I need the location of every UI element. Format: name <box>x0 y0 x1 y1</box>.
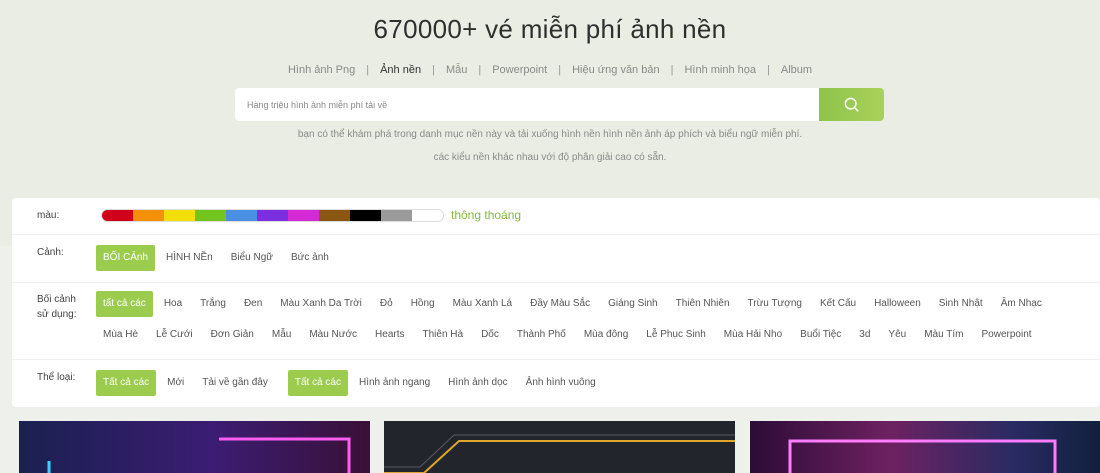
color-swatch-green[interactable] <box>195 210 226 221</box>
usage-option[interactable]: Powerpoint <box>975 322 1039 348</box>
tab-powerpoint[interactable]: Powerpoint <box>481 64 558 76</box>
usage-option[interactable]: Hearts <box>368 322 411 348</box>
scene-option[interactable]: HÌNH NỀn <box>159 245 220 271</box>
tech-pattern-image <box>384 421 735 473</box>
search-icon <box>844 97 859 112</box>
category-option[interactable]: Tất cả các <box>96 370 157 396</box>
hero-description: bạn có thể khám phá trong danh mục nền n… <box>297 129 803 140</box>
color-swatch-magenta[interactable] <box>288 210 319 221</box>
color-swatches <box>101 209 444 222</box>
clear-color-link[interactable]: thông thoáng <box>451 208 521 222</box>
usage-option[interactable]: Buổi Tiệc <box>793 322 848 348</box>
color-swatch-brown[interactable] <box>319 210 350 221</box>
search-button[interactable] <box>819 88 884 121</box>
usage-option[interactable]: Màu Nước <box>302 322 364 348</box>
results-grid <box>0 421 1100 473</box>
usage-label-line1: Bối cảnh <box>37 294 76 305</box>
color-swatch-orange[interactable] <box>133 210 164 221</box>
usage-option[interactable]: Đơn Giản <box>204 322 261 348</box>
background-thumbnail[interactable] <box>19 421 370 473</box>
neon-frame-image <box>19 421 370 473</box>
color-swatch-violet[interactable] <box>257 210 288 221</box>
usage-option[interactable]: Đen <box>237 291 269 317</box>
usage-label-line2: sử dụng: <box>37 309 77 320</box>
usage-option[interactable]: Sinh Nhật <box>932 291 990 317</box>
tab-text-effects[interactable]: Hiệu ứng văn bản <box>561 64 670 76</box>
tab-album[interactable]: Album <box>770 64 823 76</box>
usage-option[interactable]: Trừu Tượng <box>741 291 809 317</box>
usage-option[interactable]: Màu Tím <box>917 322 970 348</box>
usage-filter-label: Bối cảnh sử dụng: <box>37 292 77 322</box>
orientation-option[interactable]: Ảnh hình vuông <box>519 370 603 396</box>
scene-options: BỐI CẢnh HÌNH NỀn Biểu Ngữ Bức ảnh <box>96 245 340 271</box>
color-filter-row: màu: thông thoáng <box>12 198 1100 235</box>
usage-option[interactable]: Đầy Màu Sắc <box>523 291 597 317</box>
page-title: 670000+ vé miễn phí ảnh nền <box>373 14 727 44</box>
color-swatch-black[interactable] <box>350 210 381 221</box>
tab-illustrations[interactable]: Hình minh họa <box>673 64 767 76</box>
tab-templates[interactable]: Mẫu <box>435 64 478 76</box>
color-swatch-red[interactable] <box>102 210 133 221</box>
usage-option[interactable]: Đỏ <box>373 291 400 317</box>
usage-options-row2: Mùa Hè Lễ Cưới Đơn Giản Mẫu Màu Nước Hearts Th… <box>96 322 1043 348</box>
usage-option[interactable]: Mùa Hải Nho <box>717 322 789 348</box>
category-filter-row: Thể loại: Tất cả các Mới Tải về gần đây … <box>12 360 1100 407</box>
category-tabs: Hình ảnh Png | Ảnh nền | Mẫu | Powerpoin… <box>0 64 1100 76</box>
neon-pink-frame-image <box>750 421 1100 473</box>
scene-option[interactable]: Bức ảnh <box>284 245 336 271</box>
orientation-option[interactable]: Hình ảnh ngang <box>352 370 437 396</box>
usage-option[interactable]: Kết Cấu <box>813 291 863 317</box>
scene-filter-label: Cảnh: <box>37 247 64 258</box>
usage-option[interactable]: Âm Nhạc <box>994 291 1049 317</box>
category-filter-label: Thể loại: <box>37 372 76 383</box>
tab-png[interactable]: Hình ảnh Png <box>277 64 366 76</box>
usage-option[interactable]: Lễ Phục Sinh <box>639 322 713 348</box>
scene-option[interactable]: BỐI CẢnh <box>96 245 156 271</box>
color-swatch-yellow[interactable] <box>164 210 195 221</box>
usage-option[interactable]: Trắng <box>193 291 233 317</box>
usage-filter-row: Bối cảnh sử dụng: tất cả các Hoa Trắng Đen M… <box>12 283 1100 360</box>
color-swatch-gray[interactable] <box>381 210 412 221</box>
usage-option[interactable]: Lễ Cưới <box>149 322 200 348</box>
search-input[interactable] <box>235 88 819 121</box>
usage-option[interactable]: Dốc <box>474 322 506 348</box>
usage-option[interactable]: Thành Phố <box>510 322 573 348</box>
category-option[interactable]: Mới <box>160 370 191 396</box>
filter-panel: màu: thông thoáng Cảnh: BỐI CẢnh HÌNH NỀ… <box>12 198 1100 407</box>
orientation-option[interactable]: Hình ảnh dọc <box>441 370 515 396</box>
scene-filter-row: Cảnh: BỐI CẢnh HÌNH NỀn Biểu Ngữ Bức ảnh <box>12 235 1100 283</box>
usage-option[interactable]: Màu Xanh Lá <box>446 291 520 317</box>
usage-option[interactable]: tất cả các <box>96 291 153 317</box>
color-swatch-white[interactable] <box>412 210 443 221</box>
background-thumbnail[interactable] <box>384 421 735 473</box>
usage-option[interactable]: Mẫu <box>265 322 298 348</box>
usage-option[interactable]: Mùa đông <box>577 322 635 348</box>
color-swatch-blue[interactable] <box>226 210 257 221</box>
category-option[interactable]: Tải về gần đây <box>195 370 275 396</box>
background-thumbnail[interactable] <box>750 421 1100 473</box>
usage-option[interactable]: Giáng Sinh <box>601 291 664 317</box>
usage-option[interactable]: 3d <box>852 322 877 348</box>
color-filter-label: màu: <box>37 210 60 221</box>
usage-option[interactable]: Halloween <box>867 291 928 317</box>
tab-backgrounds[interactable]: Ảnh nền <box>369 64 432 76</box>
usage-options-row1: tất cả các Hoa Trắng Đen Màu Xanh Da Trời Đỏ H… <box>96 291 1053 317</box>
usage-option[interactable]: Hoa <box>157 291 189 317</box>
scene-option[interactable]: Biểu Ngữ <box>224 245 280 271</box>
orientation-option[interactable]: Tất cả các <box>287 370 348 396</box>
category-options: Tất cả các Mới Tải về gần đây Tất cả các… <box>96 370 607 396</box>
search-bar <box>235 88 884 121</box>
hero-description-2: các kiểu nền khác nhau với độ phân giải … <box>433 152 667 163</box>
usage-option[interactable]: Mùa Hè <box>96 322 145 348</box>
usage-option[interactable]: Màu Xanh Da Trời <box>273 291 369 317</box>
usage-option[interactable]: Thiên Nhiên <box>669 291 737 317</box>
usage-option[interactable]: Thiên Hà <box>416 322 471 348</box>
usage-option[interactable]: Hồng <box>404 291 442 317</box>
usage-option[interactable]: Yêu <box>881 322 913 348</box>
